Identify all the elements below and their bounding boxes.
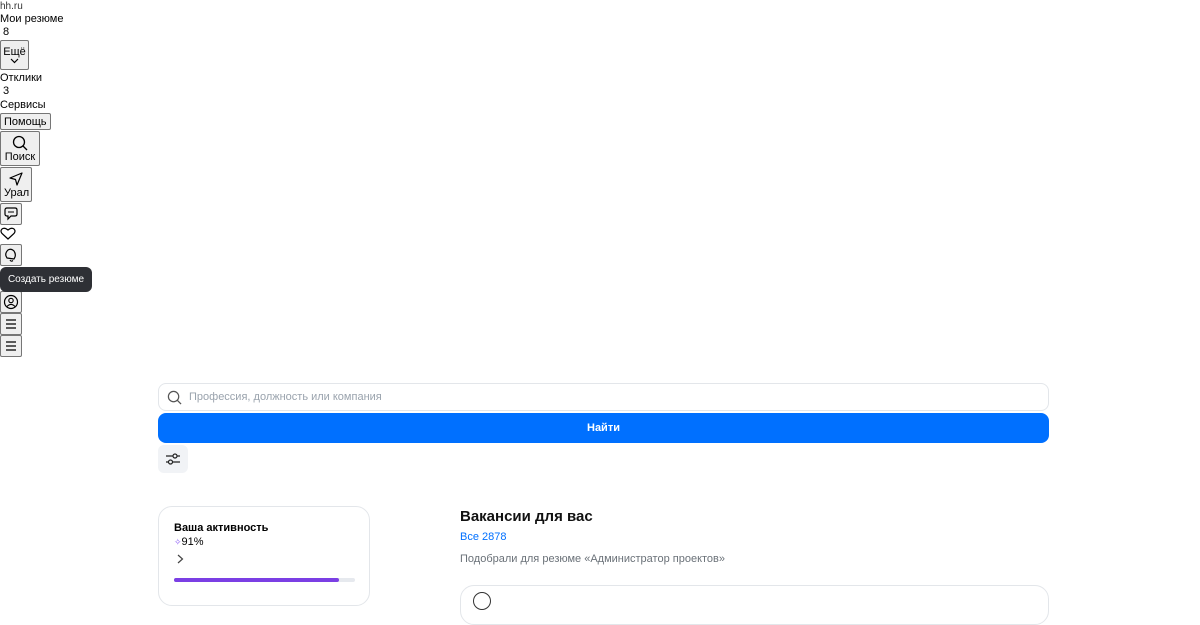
help-button[interactable]: Помощь	[0, 113, 51, 130]
search-button[interactable]: Поиск	[0, 131, 40, 166]
heart-icon	[0, 227, 16, 240]
activity-progress-bar	[174, 578, 355, 582]
chevron-right-icon[interactable]	[177, 551, 184, 569]
my-resumes-count: 8	[3, 26, 10, 38]
search-field[interactable]	[158, 383, 1049, 411]
menu-button[interactable]	[0, 313, 22, 335]
vacancy-card[interactable]	[460, 585, 1049, 625]
activity-title: Ваша активность	[174, 522, 269, 534]
activity-card[interactable]: Ваша активность ✧91%	[158, 506, 370, 606]
vacancies-title: Вакансии для вас	[460, 508, 593, 525]
responses-count: 3	[3, 85, 10, 97]
filter-icon	[166, 453, 180, 465]
find-button[interactable]: Найти	[158, 413, 1049, 443]
chevron-down-icon	[10, 58, 19, 64]
more-button[interactable]: Ещё	[0, 40, 29, 70]
activity-percent-value: 91%	[181, 536, 204, 548]
user-icon	[3, 294, 19, 310]
nav-my-resumes[interactable]: Мои резюме	[0, 13, 63, 26]
nav-services[interactable]: Сервисы	[0, 99, 46, 112]
vacancies-subtitle: Подобрали для резюме «Администратор прое…	[460, 553, 725, 565]
activity-percent: ✧91%	[174, 536, 204, 548]
search-icon	[167, 390, 182, 405]
chat-icon	[4, 207, 18, 221]
search-button-label: Поиск	[4, 150, 36, 163]
region-button-label: Урал	[4, 186, 30, 199]
profile-button[interactable]	[0, 291, 22, 313]
menu-button-secondary[interactable]	[0, 335, 22, 357]
vacancies-all-link[interactable]: Все 2878	[460, 531, 506, 543]
notifications-button[interactable]	[0, 244, 22, 266]
menu-icon	[6, 341, 16, 351]
menu-icon	[6, 319, 16, 329]
create-resume-tooltip: Создать резюме	[0, 267, 92, 292]
location-arrow-icon	[9, 171, 23, 186]
favorites-link[interactable]	[0, 227, 16, 244]
search-input[interactable]	[189, 391, 1048, 403]
nav-responses[interactable]: Отклики	[0, 72, 42, 85]
logo-link[interactable]: hh.ru	[0, 0, 23, 13]
chat-button[interactable]	[0, 203, 22, 225]
advanced-search-button[interactable]	[158, 445, 188, 473]
region-button[interactable]: Урал	[0, 167, 32, 202]
bell-icon	[5, 248, 16, 262]
more-button-label: Ещё	[3, 46, 26, 58]
sparkle-icon: ✧	[174, 537, 182, 547]
activity-progress-fill	[174, 578, 339, 582]
search-icon	[12, 135, 28, 150]
